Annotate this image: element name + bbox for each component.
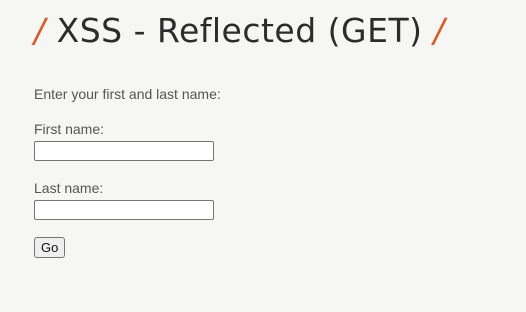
title-slash-right: / [433,11,446,50]
form-instruction: Enter your first and last name: [34,86,221,102]
title-text: XSS - Reflected (GET) [56,11,423,50]
page-title: / XSS - Reflected (GET) / [34,14,445,47]
go-button[interactable]: Go [34,237,66,258]
title-slash-left: / [34,11,46,50]
last-name-input[interactable] [34,200,214,220]
first-name-label: First name: [34,121,105,137]
last-name-label: Last name: [34,180,104,196]
first-name-input[interactable] [34,141,214,161]
